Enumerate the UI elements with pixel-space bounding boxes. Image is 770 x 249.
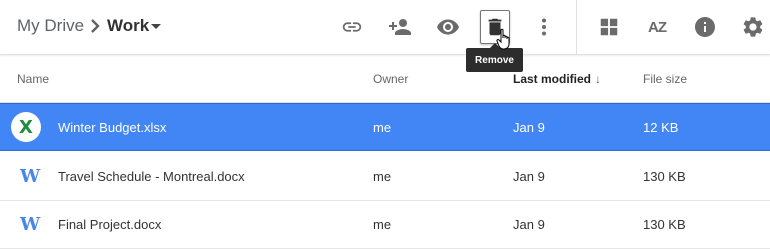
file-name: Final Project.docx: [58, 217, 162, 232]
share-button[interactable]: [384, 11, 416, 43]
gear-icon: [743, 17, 763, 37]
get-link-button[interactable]: [336, 11, 368, 43]
sort-button[interactable]: AZ: [641, 11, 673, 43]
file-size: 130 KB: [643, 169, 686, 184]
column-header-last-modified[interactable]: Last modified ↓: [513, 72, 601, 86]
details-button[interactable]: [689, 11, 721, 43]
chevron-right-icon: [91, 19, 100, 33]
word-icon: W: [20, 214, 41, 235]
link-icon: [342, 22, 362, 32]
table-row[interactable]: X Winter Budget.xlsx me Jan 9 12 KB: [0, 103, 770, 151]
column-header-owner[interactable]: Owner: [373, 72, 408, 86]
sort-down-arrow-icon[interactable]: ↓: [595, 72, 601, 86]
table-row[interactable]: W Travel Schedule - Montreal.docx me Jan…: [0, 152, 770, 201]
hand-cursor-icon: [496, 28, 510, 50]
file-name: Winter Budget.xlsx: [58, 120, 167, 135]
excel-icon-glyph: X: [19, 116, 33, 138]
remove-tooltip: Remove: [466, 43, 523, 72]
breadcrumb-my-drive[interactable]: My Drive: [17, 16, 84, 36]
file-owner: me: [373, 169, 392, 184]
file-size: 130 KB: [643, 217, 686, 232]
add-person-icon: [389, 19, 411, 35]
table-row[interactable]: W Final Project.docx me Jan 9 130 KB: [0, 200, 770, 249]
preview-button[interactable]: [432, 11, 464, 43]
sort-az-icon: AZ: [648, 18, 667, 36]
excel-icon: X: [11, 112, 41, 142]
column-header-file-size[interactable]: File size: [643, 72, 687, 86]
settings-button[interactable]: [737, 11, 769, 43]
column-header-name[interactable]: Name: [17, 72, 49, 86]
column-header-last-modified-label: Last modified: [513, 72, 592, 86]
file-size: 12 KB: [643, 120, 679, 135]
file-last-modified: Jan 9: [513, 217, 545, 232]
toolbar-divider: [576, 0, 577, 54]
more-vertical-icon: [542, 18, 546, 36]
toolbar: My Drive Work AZ: [0, 0, 770, 55]
file-last-modified: Jan 9: [513, 169, 545, 184]
grid-view-button[interactable]: [593, 11, 625, 43]
file-last-modified: Jan 9: [513, 120, 545, 135]
more-actions-button[interactable]: [528, 11, 560, 43]
info-icon: [695, 17, 715, 37]
grid-icon: [600, 18, 618, 36]
word-icon: W: [20, 166, 41, 187]
breadcrumb-current-folder[interactable]: Work: [107, 16, 149, 36]
file-owner: me: [373, 217, 392, 232]
file-owner: me: [373, 120, 392, 135]
caret-down-icon[interactable]: [151, 24, 161, 29]
eye-icon: [437, 19, 459, 35]
file-name: Travel Schedule - Montreal.docx: [58, 169, 245, 184]
column-header-row: Name Owner Last modified ↓ File size: [0, 55, 770, 103]
